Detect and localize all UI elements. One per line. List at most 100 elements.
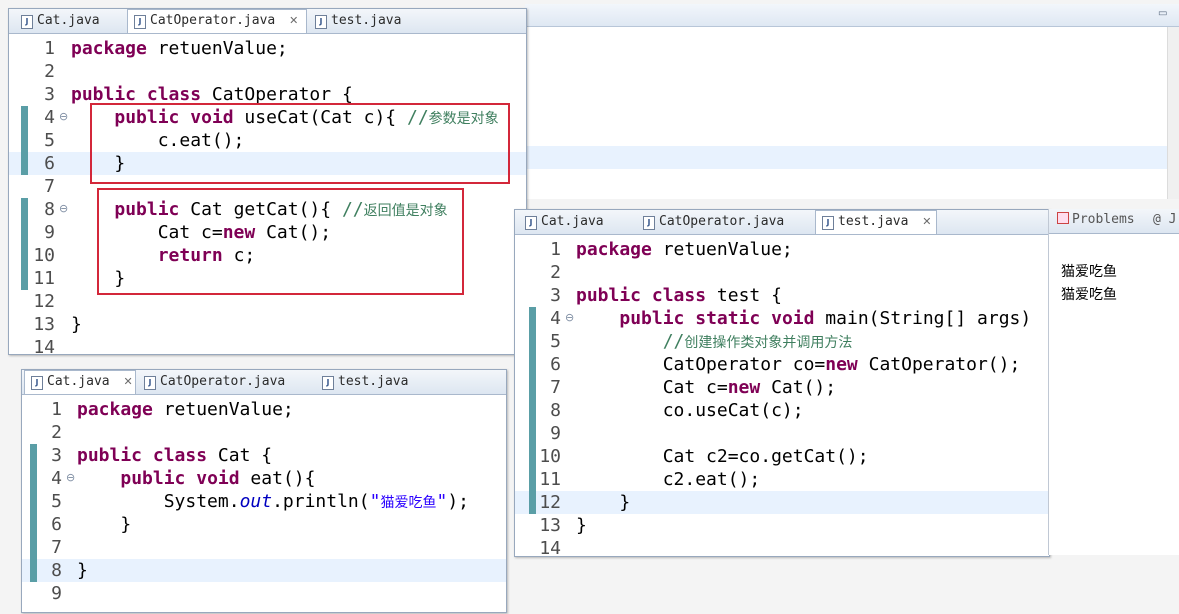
code-text: public class Cat { <box>77 445 273 466</box>
line-number: 3 <box>51 445 62 466</box>
line-number: 3 <box>44 84 55 105</box>
code-line[interactable]: 9 <box>22 582 506 605</box>
line-number: 6 <box>44 153 55 174</box>
tab-catoperator-java[interactable]: J CatOperator.java ✕ <box>127 9 307 33</box>
line-number: 4 <box>550 308 561 329</box>
code-comment: //返回值是对象 <box>341 199 448 220</box>
line-number: 5 <box>44 130 55 151</box>
close-tab-icon[interactable]: ✕ <box>123 371 132 393</box>
tab-javadoc[interactable]: @ J <box>1153 212 1176 227</box>
tab-catoperator-java[interactable]: J CatOperator.java <box>138 371 306 393</box>
close-tab-icon[interactable]: ✕ <box>289 10 298 32</box>
code-line[interactable]: 13} <box>515 514 1049 537</box>
line-number: 5 <box>550 331 561 352</box>
code-line[interactable]: 1 package retuenValue; <box>515 238 1049 261</box>
code-line[interactable]: 9 <box>515 422 1049 445</box>
tab-test-java[interactable]: J test.java <box>309 10 419 32</box>
tab-label: Cat.java <box>37 13 100 28</box>
code-line[interactable]: 12 <box>9 290 526 313</box>
code-area[interactable]: 1 package retuenValue; 2 3 public class test… <box>515 238 1049 556</box>
code-line[interactable]: 13} <box>9 313 526 336</box>
code-line[interactable]: 1 package retuenValue; <box>22 398 506 421</box>
line-number: 1 <box>550 239 561 260</box>
code-line[interactable]: 14 <box>9 336 526 354</box>
tab-label: CatOperator.java <box>150 13 276 28</box>
tab-test-java[interactable]: J test.java <box>316 371 426 393</box>
tab-problems[interactable]: Problems <box>1057 212 1135 227</box>
code-line[interactable]: 8 ⊖ public Cat getCat(){ //返回值是对象 <box>9 198 526 221</box>
minimize-icon[interactable]: ▭ <box>1158 9 1170 19</box>
code-area[interactable]: 1 package retuenValue; 2 3 public class CatO… <box>9 37 526 354</box>
code-text: package retuenValue; <box>71 38 288 59</box>
fold-toggle-icon[interactable]: ⊖ <box>59 105 68 128</box>
line-number: 12 <box>33 291 55 312</box>
code-text: package retuenValue; <box>576 239 793 260</box>
code-line[interactable]: 7 <box>9 175 526 198</box>
code-text: Cat c2=co.getCat(); <box>576 446 869 467</box>
code-line[interactable]: 9 Cat c=new Cat(); <box>9 221 526 244</box>
catoperator-editor-window: J Cat.java J CatOperator.java ✕ J test.j… <box>8 8 527 355</box>
line-number: 10 <box>33 245 55 266</box>
tab-cat-java[interactable]: J Cat.java ✕ <box>24 370 136 394</box>
line-number: 8 <box>51 560 62 581</box>
code-area[interactable]: 1 package retuenValue; 2 3 public class Cat … <box>22 398 506 612</box>
code-line[interactable]: 2 <box>9 60 526 83</box>
line-number: 9 <box>51 583 62 604</box>
tab-catoperator-java[interactable]: J CatOperator.java <box>637 211 813 233</box>
close-tab-icon[interactable]: ✕ <box>922 211 931 233</box>
tab-cat-java[interactable]: J Cat.java <box>15 10 125 32</box>
code-line[interactable]: 11 c2.eat(); <box>515 468 1049 491</box>
tab-label: test.java <box>331 13 402 28</box>
tab-test-java[interactable]: J test.java ✕ <box>815 210 937 234</box>
console-output-line: 猫爱吃鱼 <box>1061 264 1117 280</box>
code-line[interactable]: 10 return c; <box>9 244 526 267</box>
code-line[interactable]: 11 } <box>9 267 526 290</box>
code-line[interactable]: 1 package retuenValue; <box>9 37 526 60</box>
problems-icon <box>1057 212 1069 224</box>
tab-label: test.java <box>838 214 909 229</box>
code-line[interactable]: 4 ⊖ public static void main(String[] args… <box>515 307 1049 330</box>
code-line[interactable]: 7 Cat c=new Cat(); <box>515 376 1049 399</box>
code-line[interactable]: 3 public class Cat { <box>22 444 506 467</box>
code-line[interactable]: 5 c.eat(); <box>9 129 526 152</box>
background-scrollbar[interactable] <box>1167 27 1179 199</box>
code-text: c2.eat(); <box>576 469 761 490</box>
code-text: } <box>77 514 132 535</box>
code-line[interactable]: 12 } <box>515 491 1049 514</box>
fold-toggle-icon[interactable]: ⊖ <box>59 197 68 220</box>
code-line[interactable]: 2 <box>22 421 506 444</box>
background-current-line <box>525 146 1167 169</box>
code-line[interactable]: 5 System.out.println("猫爱吃鱼"); <box>22 490 506 513</box>
code-line[interactable]: 2 <box>515 261 1049 284</box>
code-text: Cat c=new Cat(); <box>71 222 332 243</box>
line-number: 11 <box>539 469 561 490</box>
code-line[interactable]: 8} <box>22 559 506 582</box>
code-line[interactable]: 5 //创建操作类对象并调用方法 <box>515 330 1049 353</box>
code-line[interactable]: 4 ⊖ public void useCat(Cat c){ //参数是对象 <box>9 106 526 129</box>
fold-toggle-icon[interactable]: ⊖ <box>565 306 574 329</box>
code-text: public void useCat(Cat c){ //参数是对象 <box>114 107 499 128</box>
tab-label: @ J <box>1153 212 1177 227</box>
code-line[interactable]: 14 <box>515 537 1049 556</box>
code-line[interactable]: 3 public class test { <box>515 284 1049 307</box>
code-line[interactable]: 6 } <box>9 152 526 175</box>
tab-cat-java[interactable]: J Cat.java <box>519 211 629 233</box>
code-line[interactable]: 8 co.useCat(c); <box>515 399 1049 422</box>
fold-toggle-icon[interactable]: ⊖ <box>66 466 75 489</box>
code-line[interactable]: 6 CatOperator co=new CatOperator(); <box>515 353 1049 376</box>
code-line[interactable]: 7 <box>22 536 506 559</box>
java-file-icon: J <box>322 376 334 390</box>
test-editor-window: J Cat.java J CatOperator.java J test.jav… <box>514 209 1050 557</box>
code-text: CatOperator co=new CatOperator(); <box>576 354 1021 375</box>
code-line[interactable]: 3 public class CatOperator { <box>9 83 526 106</box>
line-number: 2 <box>44 61 55 82</box>
code-line[interactable]: 6 } <box>22 513 506 536</box>
code-text: Cat c=new Cat(); <box>576 377 837 398</box>
code-text: co.useCat(c); <box>576 400 804 421</box>
line-number: 11 <box>33 268 55 289</box>
code-line[interactable]: 10 Cat c2=co.getCat(); <box>515 445 1049 468</box>
tab-label: CatOperator.java <box>160 374 286 389</box>
code-line[interactable]: 4 ⊖ public void eat(){ <box>22 467 506 490</box>
line-number: 3 <box>550 285 561 306</box>
line-number: 1 <box>44 38 55 59</box>
